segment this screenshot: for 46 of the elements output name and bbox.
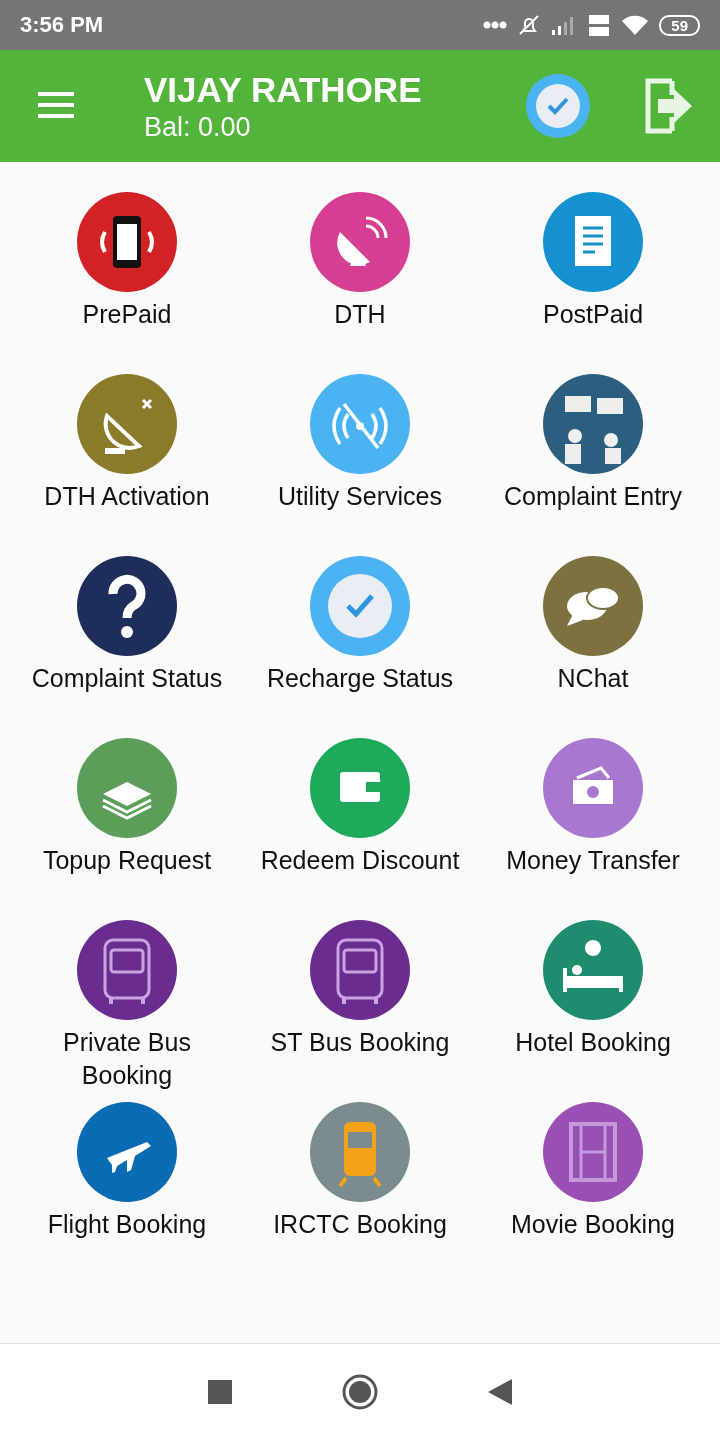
dots-icon	[483, 21, 508, 29]
service-tile[interactable]: Hotel Booking	[476, 920, 710, 1096]
airplane-icon	[77, 1102, 177, 1202]
status-time: 3:56 PM	[20, 12, 105, 38]
cash-stack-icon	[77, 738, 177, 838]
service-tile[interactable]: Complaint Status	[10, 556, 244, 732]
service-tile[interactable]: Movie Booking	[476, 1102, 710, 1278]
film-icon	[543, 1102, 643, 1202]
service-tile[interactable]: Recharge Status	[243, 556, 477, 732]
balance-text: Bal: 0.00	[144, 111, 252, 143]
service-tile[interactable]: Topup Request	[10, 738, 244, 914]
chat-icon	[543, 556, 643, 656]
protest-icon	[543, 374, 643, 474]
user-name: VIJAY RATHORE	[144, 69, 423, 110]
service-tile[interactable]: NChat	[476, 556, 710, 732]
verified-button[interactable]	[526, 74, 590, 138]
bill-icon	[543, 192, 643, 292]
service-tile[interactable]: PrePaid	[10, 192, 244, 368]
bed-icon	[543, 920, 643, 1020]
service-tile[interactable]: Redeem Discount	[243, 738, 477, 914]
back-icon[interactable]	[488, 1379, 512, 1405]
satellite-dish-icon	[77, 374, 177, 474]
battery-level: 59	[659, 14, 700, 36]
service-tile[interactable]: PostPaid	[476, 192, 710, 368]
service-tile[interactable]: ST Bus Booking	[243, 920, 477, 1096]
check-icon	[310, 556, 410, 656]
bus-icon	[310, 920, 410, 1020]
satellite-dish-icon	[310, 192, 410, 292]
service-tile[interactable]: DTH	[243, 192, 477, 368]
service-tile[interactable]: Complaint Entry	[476, 374, 710, 550]
signal-off-icon	[310, 374, 410, 474]
question-mark-icon	[77, 556, 177, 656]
service-tile[interactable]: Private Bus Booking	[10, 920, 244, 1096]
service-tile[interactable]: Flight Booking	[10, 1102, 244, 1278]
service-tile[interactable]: Money Transfer	[476, 738, 710, 914]
service-tile[interactable]: DTH Activation	[10, 374, 244, 550]
home-icon[interactable]	[342, 1374, 378, 1410]
phone-icon	[77, 192, 177, 292]
wallet-icon	[310, 738, 410, 838]
service-tile[interactable]: IRCTC Booking	[243, 1102, 477, 1278]
bell-muted-icon	[517, 13, 542, 37]
bus-icon	[77, 920, 177, 1020]
cash-icon	[543, 738, 643, 838]
train-icon	[310, 1102, 410, 1202]
service-tile[interactable]: Utility Services	[243, 374, 477, 550]
wifi-icon	[621, 14, 650, 36]
